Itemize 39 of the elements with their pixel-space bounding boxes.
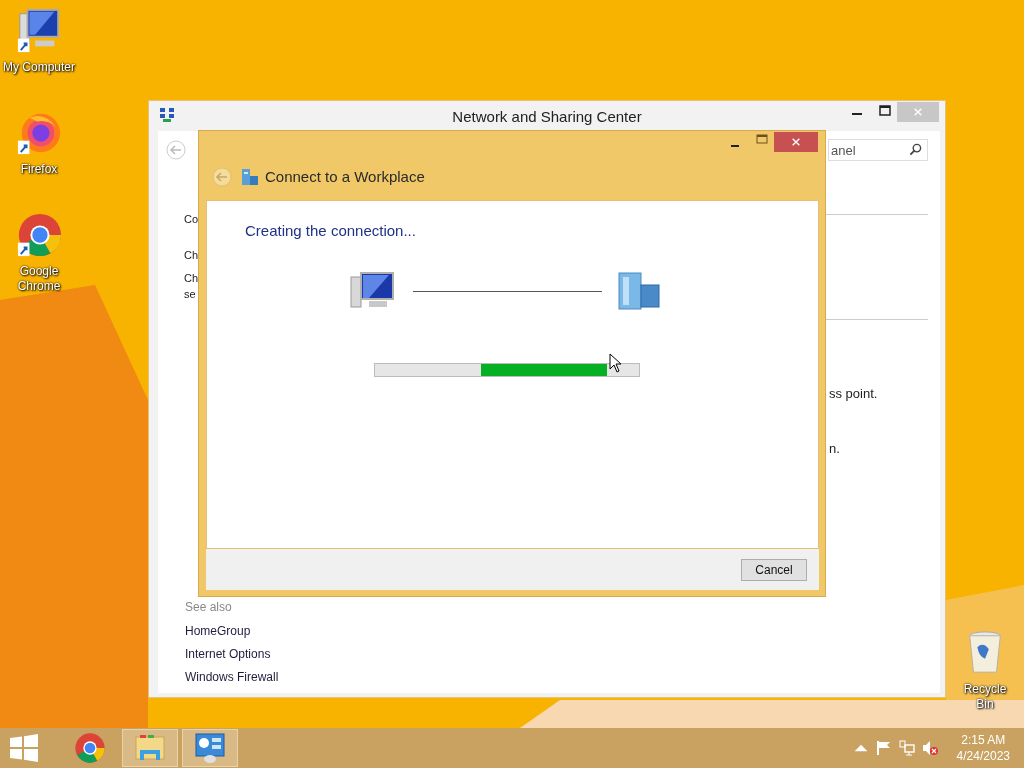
desktop-icon-label[interactable]: Google Chrome [9, 264, 69, 294]
windows-logo-icon[interactable] [10, 734, 38, 762]
link[interactable]: Internet Options [185, 646, 279, 663]
window-title: Network and Sharing Center [452, 108, 642, 125]
chrome-icon[interactable] [16, 212, 62, 258]
text-fragment: Ch [184, 272, 199, 284]
text-fragment: ss point. [829, 386, 878, 401]
clock-time[interactable]: 2:15 AM [961, 732, 1006, 748]
desktop-icon-label[interactable]: Firefox [20, 162, 58, 177]
close-icon [791, 137, 801, 147]
flag-icon[interactable] [875, 740, 892, 756]
section-heading: See also [185, 600, 233, 614]
chrome-icon [74, 732, 106, 764]
desktop-icon-label[interactable]: Recycle Bin [955, 682, 1015, 712]
maximize-icon[interactable] [879, 105, 891, 117]
link[interactable]: HomeGroup [185, 623, 279, 640]
search-field[interactable]: anel [828, 139, 928, 161]
computer-icon [349, 271, 397, 311]
cancel-button[interactable]: Cancel [741, 558, 807, 581]
control-panel-icon [194, 732, 226, 764]
text-fragment: n. [829, 441, 840, 456]
link[interactable]: Windows Firewall [185, 669, 279, 686]
dialog-title: Connect to a Workplace [265, 168, 425, 185]
network-icon [159, 107, 175, 123]
muted-speaker-icon[interactable] [921, 740, 938, 756]
status-heading: Creating the connection... [245, 222, 417, 239]
desktop-icon-label[interactable]: My Computer [3, 60, 75, 75]
computer-icon[interactable] [16, 8, 62, 54]
building-icon [241, 167, 259, 186]
text-fragment: Co [184, 213, 199, 225]
text-fragment: se [184, 288, 196, 300]
taskbar-button[interactable] [122, 729, 178, 767]
search-icon[interactable] [909, 143, 922, 156]
taskbar-button[interactable] [182, 729, 238, 767]
close-icon [913, 107, 923, 117]
clock-date[interactable]: 4/24/2023 [956, 748, 1010, 764]
close-button[interactable] [774, 132, 818, 152]
text-fragment: Ch [184, 249, 199, 261]
network-icon[interactable] [898, 740, 915, 756]
